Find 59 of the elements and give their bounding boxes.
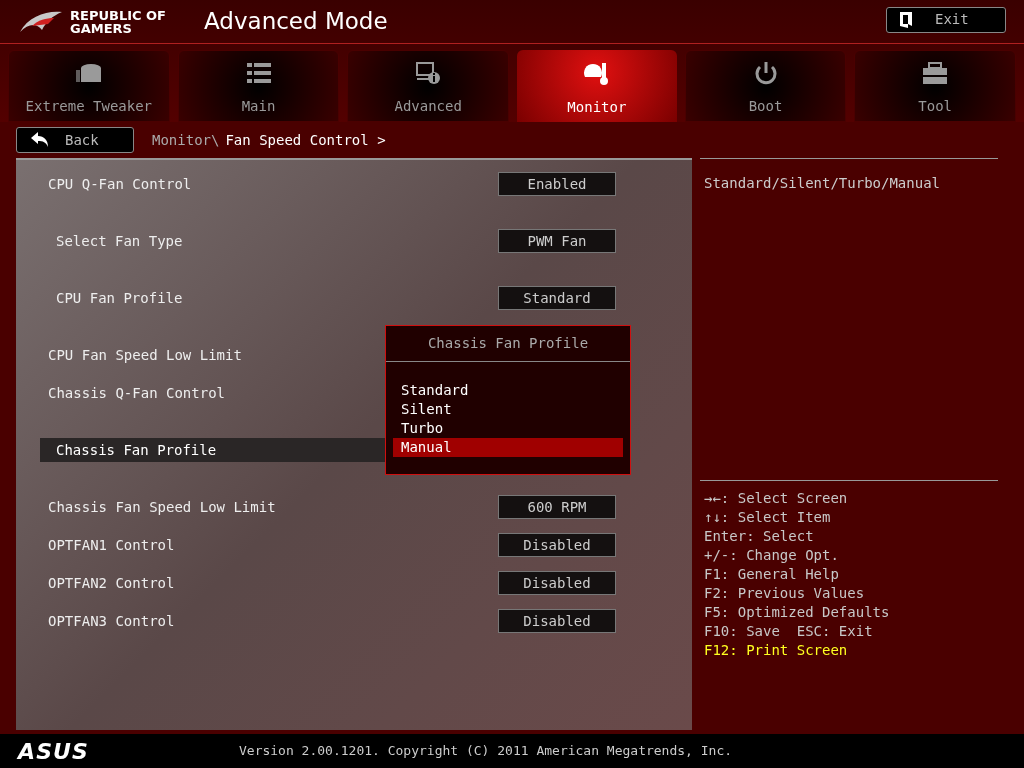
asus-logo: ASUS	[18, 737, 89, 766]
popup-option[interactable]: Silent	[393, 400, 623, 419]
popup-option[interactable]: Standard	[393, 381, 623, 400]
breadcrumb-current: Fan Speed Control >	[225, 130, 386, 150]
setting-row[interactable]: Chassis Q-Fan Control	[40, 381, 385, 405]
setting-row[interactable]: CPU Fan Profile Standard	[40, 286, 692, 310]
setting-value[interactable]: Standard	[498, 286, 616, 310]
popup-title: Chassis Fan Profile	[386, 326, 630, 362]
door-icon	[899, 10, 913, 29]
key-help-line: F1: General Help	[704, 565, 840, 584]
setting-label: CPU Fan Speed Low Limit	[48, 345, 242, 365]
key-help-line: +/-: Change Opt.	[704, 546, 840, 565]
tab[interactable]: Monitor	[517, 50, 677, 122]
setting-row[interactable]: OPTFAN3 Control Disabled	[40, 609, 692, 633]
setting-row[interactable]: CPU Q-Fan Control Enabled	[40, 172, 692, 196]
logo-text: GAMERS	[70, 21, 133, 35]
setting-value[interactable]: Disabled	[498, 571, 616, 595]
setting-label: Chassis Fan Profile	[56, 440, 217, 460]
setting-value[interactable]: Disabled	[498, 609, 616, 633]
logo-text: REPUBLIC OF	[70, 8, 166, 22]
help-text: Standard/Silent/Turbo/Manual	[704, 174, 941, 193]
tab[interactable]: Main	[177, 50, 340, 122]
breadcrumb-parent: Monitor\	[152, 130, 220, 150]
back-arrow-icon	[31, 132, 49, 148]
key-help-line: F5: Optimized Defaults	[704, 603, 891, 622]
setting-value[interactable]: Enabled	[498, 172, 616, 196]
setting-label: OPTFAN2 Control	[48, 573, 175, 593]
setting-label: OPTFAN1 Control	[48, 535, 175, 555]
window-title: Advanced Mode	[204, 7, 388, 37]
setting-value[interactable]: 600 RPM	[498, 495, 616, 519]
popup-option[interactable]: Manual	[393, 438, 623, 457]
setting-row[interactable]: OPTFAN2 Control Disabled	[40, 571, 692, 595]
version-text: Version 2.00.1201. Copyright (C) 2011 American Megatrends, Inc.	[239, 742, 733, 761]
setting-row[interactable]: CPU Fan Speed Low Limit	[40, 343, 385, 367]
setting-value[interactable]: PWM Fan	[498, 229, 616, 253]
setting-label: CPU Fan Profile	[56, 288, 183, 308]
setting-value[interactable]: Disabled	[498, 533, 616, 557]
setting-label: Chassis Q-Fan Control	[48, 383, 225, 403]
setting-row[interactable]: Chassis Fan Profile	[40, 438, 385, 462]
tab[interactable]: Boot	[684, 50, 847, 122]
exit-button[interactable]: Exit	[886, 6, 1006, 33]
key-help-line: ↑↓: Select Item	[704, 508, 832, 527]
key-help-line: F12: Print Screen	[704, 641, 849, 660]
setting-label: CPU Q-Fan Control	[48, 174, 192, 194]
setting-row[interactable]: OPTFAN1 Control Disabled	[40, 533, 692, 557]
tab[interactable]: Advanced	[347, 50, 509, 122]
key-help-line: →←: Select Screen	[704, 489, 849, 508]
setting-label: Chassis Fan Speed Low Limit	[48, 497, 276, 517]
back-button[interactable]: Back	[16, 127, 134, 153]
setting-row[interactable]: Select Fan Type PWM Fan	[40, 229, 692, 253]
key-help-line: F10: Save ESC: Exit	[704, 622, 874, 641]
popup-option[interactable]: Turbo	[393, 419, 623, 438]
setting-row[interactable]: Chassis Fan Speed Low Limit 600 RPM	[40, 495, 692, 519]
key-help-line: Enter: Select	[704, 527, 815, 546]
setting-label: Select Fan Type	[56, 231, 183, 251]
key-help-line: F2: Previous Values	[704, 584, 866, 603]
setting-label: OPTFAN3 Control	[48, 611, 175, 631]
tab[interactable]: Extreme Tweaker	[8, 50, 170, 122]
tab[interactable]: Tool	[854, 50, 1017, 122]
